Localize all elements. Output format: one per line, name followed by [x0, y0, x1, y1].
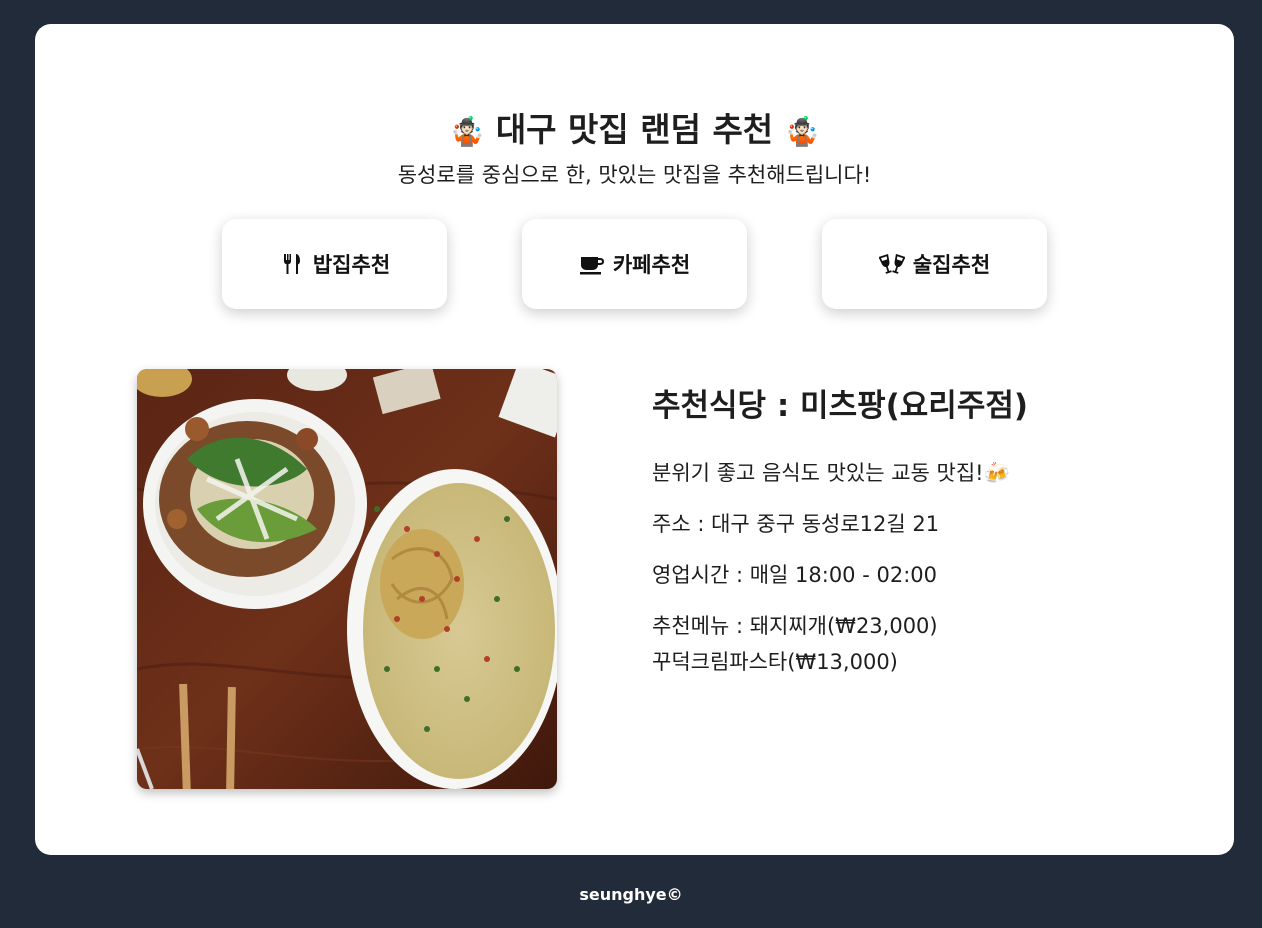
rice-recommend-label: 밥집추천	[312, 253, 391, 277]
coffee-cup-icon	[579, 251, 605, 277]
restaurant-description-text: 분위기 좋고 음식도 맛있는 교동 맛집!	[652, 461, 984, 485]
footer-credit: seunghye©	[579, 885, 683, 904]
bar-recommend-button[interactable]: 술집추천	[822, 219, 1047, 309]
restaurant-menu: 추천메뉴 : 돼지찌개(₩23,000) 꾸덕크림파스타(₩13,000)	[652, 608, 1172, 680]
cafe-recommend-label: 카페추천	[612, 253, 691, 277]
beer-mugs-icon: 🍻	[983, 461, 1010, 485]
juggler-emoji-icon: 🤹🏻	[449, 115, 485, 148]
clinking-glasses-icon	[878, 251, 905, 277]
bar-recommend-label: 술집추천	[912, 253, 991, 277]
restaurant-description: 분위기 좋고 음식도 맛있는 교동 맛집!🍻	[652, 458, 1172, 488]
page-subtitle: 동성로를 중심으로 한, 맛있는 맛집을 추천해드립니다!	[397, 163, 872, 187]
restaurant-name: 추천식당 : 미츠팡(요리주점)	[652, 388, 1029, 424]
juggler-emoji-icon: 🤹🏻	[784, 115, 820, 148]
restaurant-address: 주소 : 대구 중구 동성로12길 21	[652, 512, 940, 536]
page-title: 🤹🏻 대구 맛집 랜덤 추천 🤹🏻	[35, 108, 1234, 154]
restaurant-info: 추천식당 : 미츠팡(요리주점) 분위기 좋고 음식도 맛있는 교동 맛집!🍻 …	[652, 384, 1172, 680]
food-photo	[137, 369, 557, 789]
fork-knife-icon	[279, 251, 305, 277]
restaurant-hours: 영업시간 : 매일 18:00 - 02:00	[652, 563, 937, 587]
restaurant-menu-line: 추천메뉴 : 돼지찌개(₩23,000)	[652, 614, 938, 638]
rice-recommend-button[interactable]: 밥집추천	[222, 219, 447, 309]
page-title-text: 대구 맛집 랜덤 추천	[495, 110, 774, 149]
main-card: 🤹🏻 대구 맛집 랜덤 추천 🤹🏻 동성로를 중심으로 한, 맛있는 맛집을 추…	[35, 24, 1234, 855]
cafe-recommend-button[interactable]: 카페추천	[522, 219, 747, 309]
restaurant-menu-line: 꾸덕크림파스타(₩13,000)	[652, 650, 898, 674]
